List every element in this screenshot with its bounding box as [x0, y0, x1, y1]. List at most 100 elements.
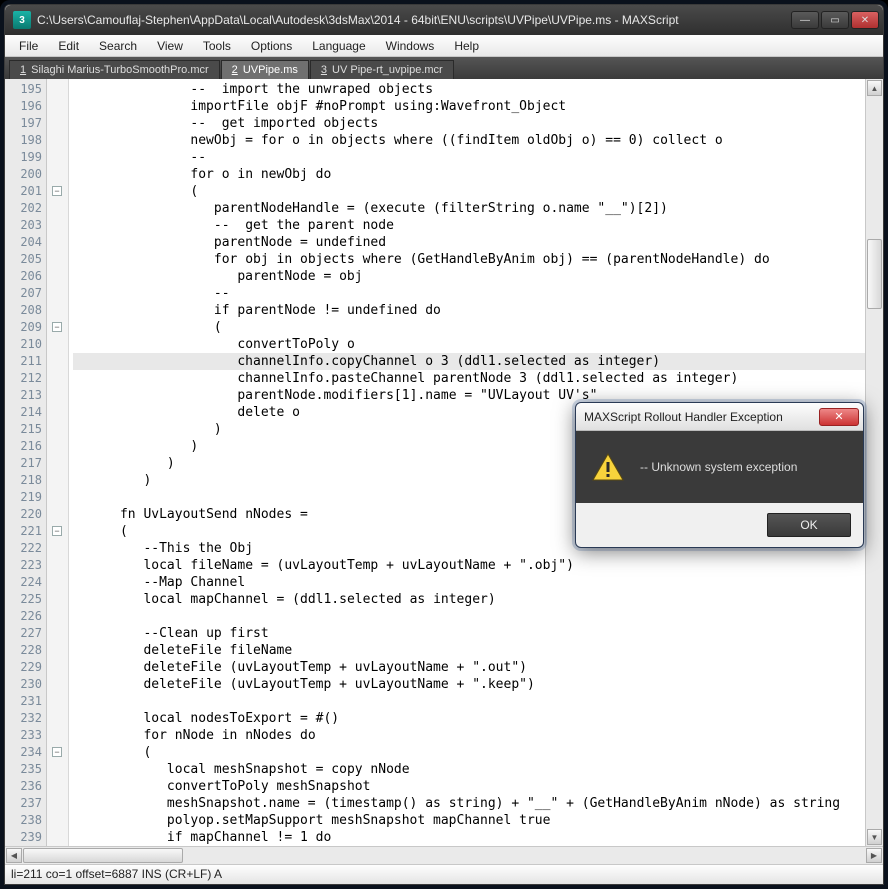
- code-line[interactable]: deleteFile (uvLayoutTemp + uvLayoutName …: [73, 676, 883, 693]
- line-number: 195: [5, 81, 42, 98]
- dialog-close-button[interactable]: ✕: [819, 408, 859, 426]
- code-line[interactable]: --Clean up first: [73, 625, 883, 642]
- code-line[interactable]: newObj = for o in objects where ((findIt…: [73, 132, 883, 149]
- code-line[interactable]: (: [73, 319, 883, 336]
- line-number: 203: [5, 217, 42, 234]
- scroll-down-arrow-icon[interactable]: ▼: [867, 829, 882, 845]
- code-line[interactable]: parentNode = obj: [73, 268, 883, 285]
- code-line[interactable]: meshSnapshot.name = (timestamp() as stri…: [73, 795, 883, 812]
- line-number: 209: [5, 319, 42, 336]
- code-line[interactable]: --: [73, 149, 883, 166]
- code-line[interactable]: -- get the parent node: [73, 217, 883, 234]
- tab-uv-pipe-rt-uvpipe-mcr[interactable]: 3 UV Pipe-rt_uvpipe.mcr: [310, 60, 454, 79]
- menu-language[interactable]: Language: [302, 37, 375, 55]
- code-line[interactable]: if parentNode != undefined do: [73, 302, 883, 319]
- minimize-button[interactable]: —: [791, 11, 819, 29]
- dialog-footer: OK: [576, 503, 863, 547]
- line-number: 238: [5, 812, 42, 829]
- code-line[interactable]: for o in newObj do: [73, 166, 883, 183]
- vscroll-thumb[interactable]: [867, 239, 882, 309]
- menu-file[interactable]: File: [9, 37, 48, 55]
- code-line[interactable]: for obj in objects where (GetHandleByAni…: [73, 251, 883, 268]
- scroll-right-arrow-icon[interactable]: ▶: [866, 848, 882, 863]
- code-line[interactable]: channelInfo.pasteChannel parentNode 3 (d…: [73, 370, 883, 387]
- line-number: 229: [5, 659, 42, 676]
- code-line[interactable]: channelInfo.copyChannel o 3 (ddl1.select…: [73, 353, 883, 370]
- line-number: 214: [5, 404, 42, 421]
- line-number: 211: [5, 353, 42, 370]
- code-line[interactable]: for nNode in nNodes do: [73, 727, 883, 744]
- scroll-up-arrow-icon[interactable]: ▲: [867, 80, 882, 96]
- line-number: 227: [5, 625, 42, 642]
- line-number: 210: [5, 336, 42, 353]
- code-line[interactable]: --Map Channel: [73, 574, 883, 591]
- line-number: 199: [5, 149, 42, 166]
- menu-tools[interactable]: Tools: [193, 37, 241, 55]
- line-number: 217: [5, 455, 42, 472]
- menu-help[interactable]: Help: [444, 37, 489, 55]
- code-line[interactable]: local mapChannel = (ddl1.selected as int…: [73, 591, 883, 608]
- code-line[interactable]: polyop.setMapSupport meshSnapshot mapCha…: [73, 812, 883, 829]
- line-number: 204: [5, 234, 42, 251]
- line-number: 201: [5, 183, 42, 200]
- fold-margin: − − − −: [47, 79, 69, 846]
- menu-options[interactable]: Options: [241, 37, 302, 55]
- code-line[interactable]: -- import the unwraped objects: [73, 81, 883, 98]
- maximize-button[interactable]: ▭: [821, 11, 849, 29]
- fold-toggle[interactable]: −: [52, 747, 62, 757]
- code-line[interactable]: [73, 608, 883, 625]
- window-title: C:\Users\Camouflaj-Stephen\AppData\Local…: [37, 13, 791, 27]
- line-number: 196: [5, 98, 42, 115]
- code-line[interactable]: parentNode = undefined: [73, 234, 883, 251]
- line-number: 200: [5, 166, 42, 183]
- line-number: 218: [5, 472, 42, 489]
- line-number: 220: [5, 506, 42, 523]
- line-number: 228: [5, 642, 42, 659]
- line-number: 235: [5, 761, 42, 778]
- code-line[interactable]: [73, 693, 883, 710]
- hscroll-thumb[interactable]: [23, 848, 183, 863]
- horizontal-scrollbar[interactable]: ◀ ▶: [5, 846, 883, 864]
- code-line[interactable]: local fileName = (uvLayoutTemp + uvLayou…: [73, 557, 883, 574]
- window-buttons: — ▭ ✕: [791, 11, 879, 29]
- menu-search[interactable]: Search: [89, 37, 147, 55]
- tab-silaghi-marius-turbosmoothpro-mcr[interactable]: 1 Silaghi Marius-TurboSmoothPro.mcr: [9, 60, 220, 79]
- code-line[interactable]: (: [73, 183, 883, 200]
- code-line[interactable]: deleteFile fileName: [73, 642, 883, 659]
- line-number: 225: [5, 591, 42, 608]
- fold-toggle[interactable]: −: [52, 322, 62, 332]
- code-line[interactable]: convertToPoly meshSnapshot: [73, 778, 883, 795]
- menu-edit[interactable]: Edit: [48, 37, 89, 55]
- code-line[interactable]: convertToPoly o: [73, 336, 883, 353]
- menu-windows[interactable]: Windows: [376, 37, 445, 55]
- code-line[interactable]: local meshSnapshot = copy nNode: [73, 761, 883, 778]
- line-number: 207: [5, 285, 42, 302]
- menu-view[interactable]: View: [147, 37, 193, 55]
- ok-button[interactable]: OK: [767, 513, 851, 537]
- close-button[interactable]: ✕: [851, 11, 879, 29]
- dialog-title: MAXScript Rollout Handler Exception: [584, 410, 819, 424]
- error-dialog: MAXScript Rollout Handler Exception ✕ --…: [575, 402, 864, 548]
- code-line[interactable]: deleteFile (uvLayoutTemp + uvLayoutName …: [73, 659, 883, 676]
- line-number: 206: [5, 268, 42, 285]
- code-line[interactable]: (: [73, 744, 883, 761]
- tab-uvpipe-ms[interactable]: 2 UVPipe.ms: [221, 60, 309, 79]
- code-line[interactable]: local nodesToExport = #(): [73, 710, 883, 727]
- line-number: 212: [5, 370, 42, 387]
- code-line[interactable]: importFile objF #noPrompt using:Wavefron…: [73, 98, 883, 115]
- line-number: 222: [5, 540, 42, 557]
- line-number: 198: [5, 132, 42, 149]
- line-number: 231: [5, 693, 42, 710]
- dialog-message: -- Unknown system exception: [640, 460, 797, 474]
- code-line[interactable]: --: [73, 285, 883, 302]
- line-number: 230: [5, 676, 42, 693]
- code-line[interactable]: if mapChannel != 1 do: [73, 829, 883, 846]
- fold-toggle[interactable]: −: [52, 526, 62, 536]
- line-number: 213: [5, 387, 42, 404]
- scroll-left-arrow-icon[interactable]: ◀: [6, 848, 22, 863]
- code-line[interactable]: -- get imported objects: [73, 115, 883, 132]
- vertical-scrollbar[interactable]: ▲ ▼: [865, 79, 883, 846]
- fold-toggle[interactable]: −: [52, 186, 62, 196]
- line-number: 221: [5, 523, 42, 540]
- code-line[interactable]: parentNodeHandle = (execute (filterStrin…: [73, 200, 883, 217]
